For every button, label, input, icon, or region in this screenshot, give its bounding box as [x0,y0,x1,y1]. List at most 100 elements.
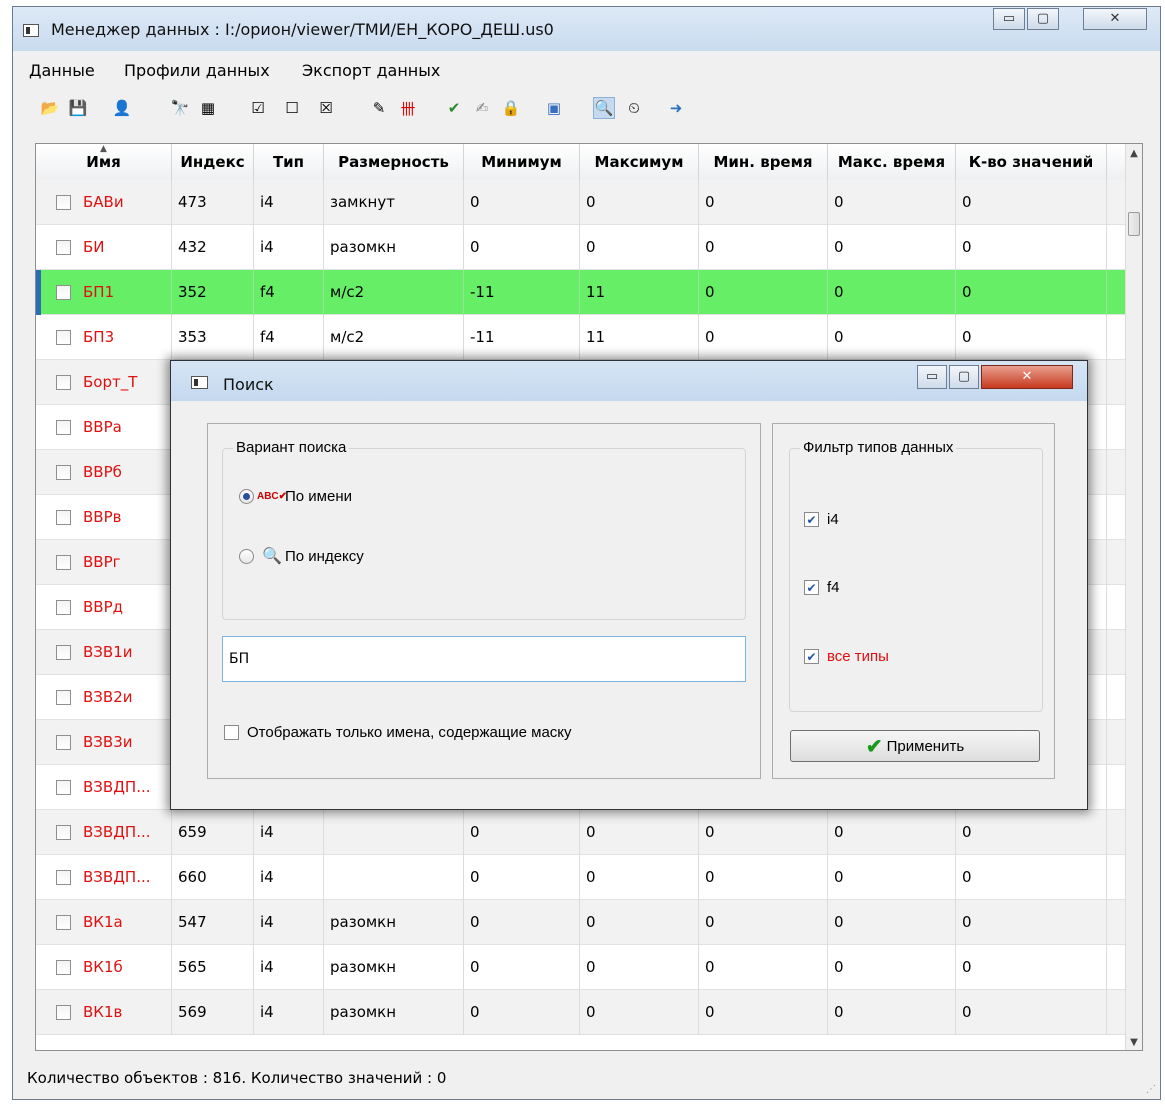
edit-doc-icon[interactable]: ✍ [471,97,493,119]
cell-max-time: 0 [828,270,956,315]
row-checkbox[interactable] [56,1005,71,1020]
apply-button[interactable]: ✔ Применить [790,730,1040,762]
save-icon[interactable]: 💾 [67,97,89,119]
column-header-min[interactable]: Минимум [464,144,580,180]
cell-min-time: 0 [699,900,828,945]
row-checkbox[interactable] [56,825,71,840]
menu-data-export[interactable]: Экспорт данных [302,61,440,80]
row-checkbox[interactable] [56,375,71,390]
row-checkbox[interactable] [56,330,71,345]
open-icon[interactable]: 📂 [39,97,61,119]
row-checkbox[interactable] [56,645,71,660]
cell-count: 0 [956,180,1107,225]
row-checkbox[interactable] [56,285,71,300]
minimize-button[interactable]: ▭ [993,8,1025,30]
close-button[interactable]: ✕ [1083,8,1147,30]
row-name: ВЗВДП... [83,778,151,796]
menu-data[interactable]: Данные [29,61,95,80]
approve-icon[interactable]: ✔ [443,97,465,119]
search-input[interactable] [222,636,746,682]
binoculars-icon[interactable]: 🔭 [169,97,191,119]
row-name: ВЗВДП... [83,868,151,886]
search-icon[interactable]: 🔍 [593,97,615,119]
table-row[interactable]: ВК1б 565 i4 разомкн 0 0 0 0 0 [36,945,1125,990]
dialog-app-icon [191,376,208,389]
search-by-index-option[interactable]: 🔍 По индексу [239,547,364,565]
type-filter-f4-checkbox[interactable]: ✔ [804,580,819,595]
column-header-max-time[interactable]: Макс. время [828,144,956,180]
resize-grip-icon[interactable]: ⋰ [1146,1084,1156,1095]
type-filter-f4[interactable]: ✔ f4 [804,579,840,596]
row-checkbox[interactable] [56,195,71,210]
edit-icon[interactable]: ✎ [368,97,390,119]
column-header-name[interactable]: ▲ Имя [36,144,172,180]
cell-unit [324,855,464,900]
search-by-name-radio[interactable] [239,488,254,504]
row-checkbox[interactable] [56,240,71,255]
table-row[interactable]: ВК1в 569 i4 разомкн 0 0 0 0 0 [36,990,1125,1035]
row-checkbox[interactable] [56,735,71,750]
column-header-count[interactable]: К-во значений [956,144,1107,180]
row-checkbox[interactable] [56,960,71,975]
vertical-scrollbar[interactable]: ▲ ▼ [1125,144,1142,1050]
search-by-index-radio[interactable] [239,548,254,564]
column-header-max[interactable]: Максимум [580,144,699,180]
row-checkbox[interactable] [56,870,71,885]
clear-checks-icon[interactable]: ☒ [315,97,337,119]
search-variant-label: Вариант поиска [233,439,350,456]
cell-index: 352 [172,270,254,315]
row-checkbox[interactable] [56,690,71,705]
table-row[interactable]: ВК1а 547 i4 разомкн 0 0 0 0 0 [36,900,1125,945]
table-row[interactable]: ВЗВДП... 659 i4 0 0 0 0 0 [36,810,1125,855]
row-checkbox[interactable] [56,915,71,930]
table-row[interactable]: БИ 432 i4 разомкн 0 0 0 0 0 [36,225,1125,270]
type-filter-i4-checkbox[interactable]: ✔ [804,512,819,527]
row-checkbox[interactable] [56,465,71,480]
lock-icon[interactable]: 🔒 [500,97,522,119]
type-filter-i4[interactable]: ✔ i4 [804,511,839,528]
dialog-minimize-button[interactable]: ▭ [917,365,947,389]
mask-only-label: Отображать только имена, содержащие маск… [247,724,572,741]
cell-max-time: 0 [828,945,956,990]
column-header-min-time[interactable]: Мин. время [699,144,828,180]
search-by-name-option[interactable]: ABC✔ По имени [239,487,352,505]
column-header-index[interactable]: Индекс [172,144,254,180]
dialog-maximize-button[interactable]: ▢ [949,365,979,389]
profile-icon[interactable]: 👤 [111,97,133,119]
row-checkbox[interactable] [56,780,71,795]
column-header-unit[interactable]: Размерность [324,144,464,180]
cell-type: i4 [254,180,324,225]
window-icon[interactable]: ▣ [543,97,565,119]
chart-icon[interactable]: 卌 [397,97,419,119]
row-checkbox[interactable] [56,555,71,570]
menu-data-profiles[interactable]: Профили данных [124,61,270,80]
scroll-down-arrow-icon[interactable]: ▼ [1126,1037,1142,1048]
table-row[interactable]: БП3 353 f4 м/с2 -11 11 0 0 0 [36,315,1125,360]
scroll-thumb[interactable] [1128,212,1140,236]
row-checkbox[interactable] [56,510,71,525]
exit-icon[interactable]: ➜ [665,97,687,119]
type-filter-all[interactable]: ✔ все типы [804,648,889,665]
clock-search-icon[interactable]: ⏲ [623,97,645,119]
select-area-icon[interactable]: ▦ [197,97,219,119]
mask-only-checkbox[interactable] [224,725,239,740]
uncheck-all-icon[interactable]: ☐ [281,97,303,119]
dialog-close-button[interactable]: ✕ [981,365,1073,389]
cell-type: i4 [254,900,324,945]
scroll-up-arrow-icon[interactable]: ▲ [1126,148,1142,159]
cell-index: 565 [172,945,254,990]
cell-name: ВЗВДП... [36,855,172,900]
cell-min-time: 0 [699,225,828,270]
maximize-button[interactable]: ▢ [1027,8,1059,30]
row-checkbox[interactable] [56,420,71,435]
mask-only-option[interactable]: Отображать только имена, содержащие маск… [224,724,572,741]
type-filter-f4-label: f4 [827,579,840,596]
row-checkbox[interactable] [56,600,71,615]
type-filter-all-checkbox[interactable]: ✔ [804,649,819,664]
table-row[interactable]: БАВи 473 i4 замкнут 0 0 0 0 0 [36,180,1125,225]
cell-max: 0 [580,180,699,225]
table-row[interactable]: БП1 352 f4 м/с2 -11 11 0 0 0 [36,270,1125,315]
column-header-type[interactable]: Тип [254,144,324,180]
table-row[interactable]: ВЗВДП... 660 i4 0 0 0 0 0 [36,855,1125,900]
check-all-icon[interactable]: ☑ [247,97,269,119]
